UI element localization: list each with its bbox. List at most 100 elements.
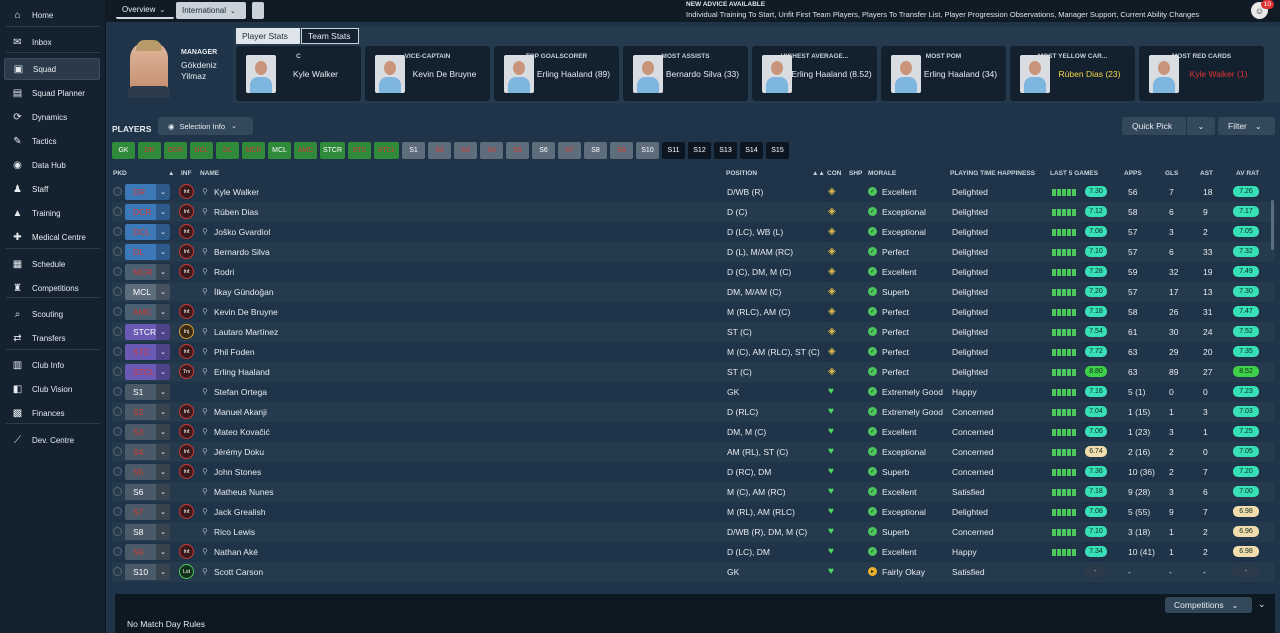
overview-dropdown[interactable]: Overview ⌄: [116, 2, 174, 19]
chevron-down-icon[interactable]: ⌄: [156, 464, 170, 480]
column-name[interactable]: NAME: [200, 170, 219, 177]
sidebar-item-squad[interactable]: ▣ Squad: [4, 58, 100, 80]
table-row[interactable]: MCL ⌄ ⚲ İlkay Gündoğan DM, M/AM (C) ◈ ✓ Superb D…: [112, 282, 1275, 302]
column-pkd[interactable]: PKD: [113, 170, 127, 177]
position-button[interactable]: S15: [766, 142, 789, 159]
pick-checkbox[interactable]: [113, 307, 122, 316]
sidebar-item-training[interactable]: ▲ Training: [4, 202, 100, 224]
scrollbar-thumb[interactable]: [1271, 200, 1274, 250]
table-row[interactable]: S3 ⌄ Int ⚲ Mateo Kovačić DM, M (C) ♥ ✓ Excellent…: [112, 422, 1275, 442]
chevron-down-icon[interactable]: ⌄: [156, 204, 170, 220]
manager-name[interactable]: Gökdeniz Yilmaz: [181, 60, 241, 82]
info-badge[interactable]: Int: [179, 424, 194, 439]
role-selector[interactable]: DR ⌄: [125, 184, 170, 200]
pick-checkbox[interactable]: [113, 567, 122, 576]
stat-card-value[interactable]: Erling Haaland (8.52): [790, 69, 873, 80]
role-selector[interactable]: MCR ⌄: [125, 264, 170, 280]
player-name[interactable]: Manuel Akanji: [214, 407, 267, 417]
player-name[interactable]: Jérémy Doku: [214, 447, 264, 457]
position-button[interactable]: GK: [112, 142, 135, 159]
player-photo[interactable]: [891, 55, 921, 93]
player-photo[interactable]: [1020, 55, 1050, 93]
position-button[interactable]: MCL: [268, 142, 291, 159]
player-photo[interactable]: [375, 55, 405, 93]
sidebar-item-inbox[interactable]: ✉ Inbox: [4, 31, 100, 53]
player-name[interactable]: Lautaro Martínez: [214, 327, 278, 337]
position-button[interactable]: STC: [348, 142, 371, 159]
position-button[interactable]: STCR: [320, 142, 345, 159]
position-button[interactable]: S9: [610, 142, 633, 159]
role-selector[interactable]: S3 ⌄: [125, 424, 170, 440]
chevron-down-icon[interactable]: ⌄: [156, 444, 170, 460]
player-photo[interactable]: [762, 55, 792, 93]
info-badge[interactable]: Int: [179, 264, 194, 279]
pick-checkbox[interactable]: [113, 267, 122, 276]
player-name[interactable]: Jack Grealish: [214, 507, 266, 517]
info-badge[interactable]: Lst: [179, 564, 194, 579]
pick-checkbox[interactable]: [113, 187, 122, 196]
chevron-down-icon[interactable]: ⌄: [156, 364, 170, 380]
role-selector[interactable]: AMC ⌄: [125, 304, 170, 320]
player-name[interactable]: Matheus Nunes: [214, 487, 274, 497]
pick-checkbox[interactable]: [113, 467, 122, 476]
info-badge[interactable]: Int: [179, 224, 194, 239]
extra-dropdown[interactable]: [252, 2, 264, 19]
table-row[interactable]: DR ⌄ Int ⚲ Kyle Walker D/WB (R) ◈ ✓ Excellent Del…: [112, 182, 1275, 202]
sort-asc-icon[interactable]: ▲: [168, 170, 174, 177]
info-badge[interactable]: Trv: [179, 364, 194, 379]
stat-card[interactable]: TOP GOALSCORER Erling Haaland (89): [494, 46, 619, 101]
chevron-down-icon[interactable]: ⌄: [1186, 117, 1215, 135]
pick-checkbox[interactable]: [113, 487, 122, 496]
role-selector[interactable]: STCR ⌄: [125, 324, 170, 340]
player-name[interactable]: John Stones: [214, 467, 261, 477]
table-row[interactable]: S5 ⌄ Int ⚲ John Stones D (RC), DM ♥ ✓ Superb Conc…: [112, 462, 1275, 482]
player-name[interactable]: Phil Foden: [214, 347, 255, 357]
table-row[interactable]: S2 ⌄ Int ⚲ Manuel Akanji D (RLC) ♥ ✓ Extremely G…: [112, 402, 1275, 422]
sidebar-item-data-hub[interactable]: ◉ Data Hub: [4, 154, 100, 176]
info-badge[interactable]: Int: [179, 184, 194, 199]
pick-checkbox[interactable]: [113, 287, 122, 296]
stat-card[interactable]: VICE-CAPTAIN Kevin De Bruyne: [365, 46, 490, 101]
table-row[interactable]: STC ⌄ Int ⚲ Phil Foden M (C), AM (RLC), ST (C…: [112, 342, 1275, 362]
position-button[interactable]: S1: [402, 142, 425, 159]
role-selector[interactable]: DCR ⌄: [125, 204, 170, 220]
manager-avatar[interactable]: [128, 40, 170, 98]
table-row[interactable]: STCL ⌄ Trv ⚲ Erling Haaland ST (C) ◈ ✓ Perfect De…: [112, 362, 1275, 382]
column-happiness[interactable]: PLAYING TIME HAPPINESS: [950, 170, 1035, 177]
role-selector[interactable]: S8 ⌄: [125, 524, 170, 540]
table-row[interactable]: STCR ⌄ Inj ⚲ Lautaro Martínez ST (C) ◈ ✓ Perfect…: [112, 322, 1275, 342]
position-button[interactable]: S3: [454, 142, 477, 159]
competitions-dropdown[interactable]: Competitions ⌄: [1165, 597, 1252, 613]
role-selector[interactable]: STC ⌄: [125, 344, 170, 360]
player-name[interactable]: Scott Carson: [214, 567, 263, 577]
pick-checkbox[interactable]: [113, 447, 122, 456]
player-name[interactable]: İlkay Gündoğan: [214, 287, 274, 297]
sidebar-item-staff[interactable]: ♟ Staff: [4, 178, 100, 200]
tab-player-stats[interactable]: Player Stats: [236, 28, 300, 44]
stat-card-value[interactable]: Erling Haaland (89): [532, 69, 615, 80]
column-gls[interactable]: GLS: [1165, 170, 1178, 177]
sidebar-item-scouting[interactable]: ⌕ Scouting: [4, 303, 100, 325]
role-selector[interactable]: S7 ⌄: [125, 504, 170, 520]
role-selector[interactable]: DCL ⌄: [125, 224, 170, 240]
info-badge[interactable]: Int: [179, 244, 194, 259]
role-selector[interactable]: S6 ⌄: [125, 484, 170, 500]
table-row[interactable]: S4 ⌄ Int ⚲ Jérémy Doku AM (RL), ST (C) ♥ ✓ Excep…: [112, 442, 1275, 462]
column-inf[interactable]: INF: [181, 170, 191, 177]
info-badge[interactable]: Int: [179, 404, 194, 419]
position-button[interactable]: S14: [740, 142, 763, 159]
table-row[interactable]: S8 ⌄ ⚲ Rico Lewis D/WB (R), DM, M (C) ♥ ✓ Super…: [112, 522, 1275, 542]
table-row[interactable]: DCL ⌄ Int ⚲ Joško Gvardiol D (LC), WB (L) ◈ ✓ Ex…: [112, 222, 1275, 242]
chevron-down-icon[interactable]: ⌄: [156, 284, 170, 300]
column-shp[interactable]: SHP: [849, 170, 862, 177]
sidebar-item-schedule[interactable]: ▦ Schedule: [4, 253, 100, 275]
stat-card-value[interactable]: Kevin De Bruyne: [403, 69, 486, 80]
position-button[interactable]: S5: [506, 142, 529, 159]
info-badge[interactable]: Inj: [179, 324, 194, 339]
pick-checkbox[interactable]: [113, 327, 122, 336]
column-apps[interactable]: APPS: [1124, 170, 1142, 177]
player-photo[interactable]: [633, 55, 663, 93]
pick-checkbox[interactable]: [113, 227, 122, 236]
player-photo[interactable]: [504, 55, 534, 93]
table-row[interactable]: S10 ⌄ Lst ⚲ Scott Carson GK ♥ ▸ Fairly Okay Satis…: [112, 562, 1275, 582]
